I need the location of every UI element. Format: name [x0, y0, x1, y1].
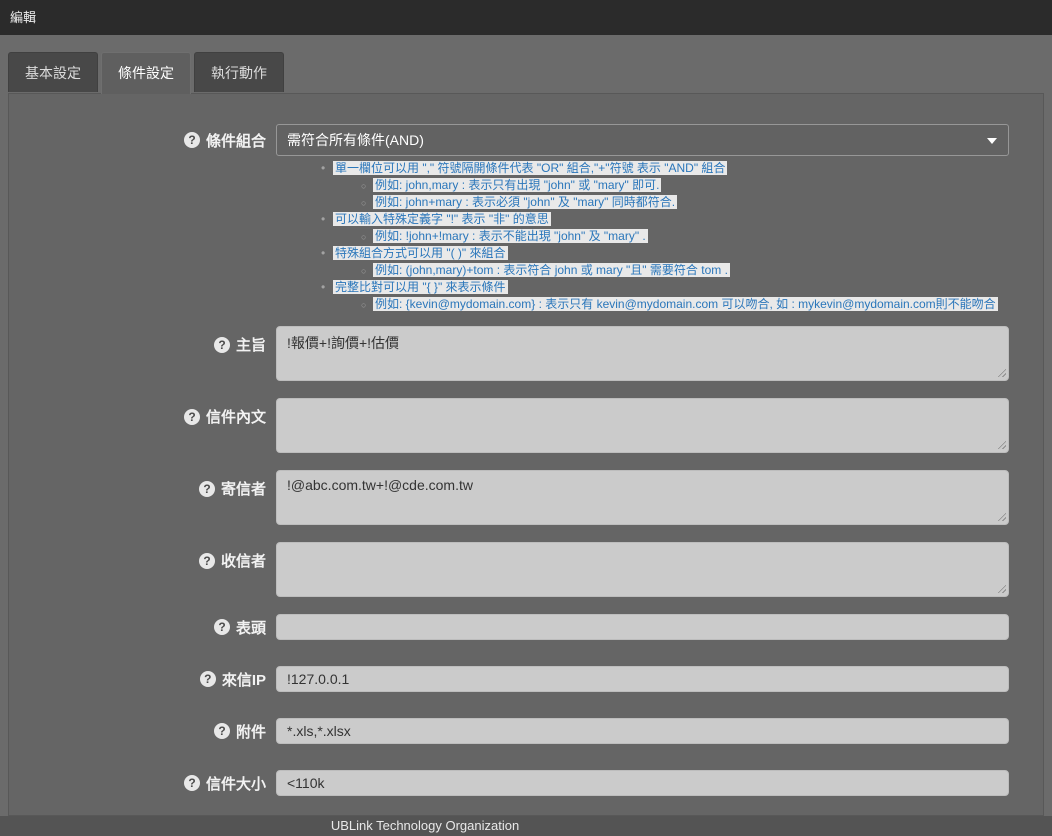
subject-label: 主旨	[236, 334, 266, 355]
source-ip-label: 來信IP	[222, 669, 266, 690]
subject-label-cell: ? 主旨	[9, 326, 276, 355]
recipient-label: 收信者	[221, 550, 266, 571]
help-list: 單一欄位可以用 "," 符號隔開條件代表 "OR" 組合,"+"符號 表示 "A…	[321, 160, 1043, 312]
field-row-condition-combination: ? 條件組合 需符合所有條件(AND)	[9, 124, 1043, 156]
field-row-recipient: ? 收信者	[9, 542, 1043, 597]
tab-condition-settings[interactable]: 條件設定	[101, 52, 191, 94]
body-label: 信件內文	[206, 406, 266, 427]
tab-bar: 基本設定 條件設定 執行動作	[8, 52, 287, 93]
help-item-text: 特殊組合方式可以用 "( )" 來組合	[333, 246, 508, 260]
field-row-body: ? 信件內文	[9, 398, 1043, 453]
help-item: 例如: john,mary : 表示只有出現 "john" 或 "mary" 即…	[361, 177, 1043, 193]
window-title-bar: 編輯	[0, 0, 1052, 35]
header-input[interactable]	[276, 614, 1009, 640]
help-icon[interactable]: ?	[214, 619, 230, 635]
field-row-attachment: ? 附件	[9, 718, 1043, 744]
help-item: 例如: (john,mary)+tom : 表示符合 john 或 mary "…	[361, 262, 1043, 278]
mail-size-label-cell: ? 信件大小	[9, 773, 276, 794]
help-icon[interactable]: ?	[214, 723, 230, 739]
help-icon[interactable]: ?	[184, 132, 200, 148]
help-item: 例如: !john+!mary : 表示不能出現 "john" 及 "mary"…	[361, 228, 1043, 244]
help-item: 單一欄位可以用 "," 符號隔開條件代表 "OR" 組合,"+"符號 表示 "A…	[321, 160, 1043, 176]
mail-size-label: 信件大小	[206, 773, 266, 794]
tab-execute-action[interactable]: 執行動作	[194, 52, 284, 92]
help-icon[interactable]: ?	[200, 671, 216, 687]
field-row-subject: ? 主旨 !報價+!詢價+!估價	[9, 326, 1043, 381]
page-title: 編輯	[10, 10, 36, 25]
help-item: 例如: {kevin@mydomain.com} : 表示只有 kevin@my…	[361, 296, 1043, 312]
help-item: 可以輸入特殊定義字 "!" 表示 "非" 的意思	[321, 211, 1043, 227]
recipient-label-cell: ? 收信者	[9, 542, 276, 571]
condition-combination-value: 需符合所有條件(AND)	[287, 132, 424, 148]
condition-combination-select[interactable]: 需符合所有條件(AND)	[276, 124, 1009, 156]
help-item-text: 完整比對可以用 "{ }" 來表示條件	[333, 280, 508, 294]
sender-label-cell: ? 寄信者	[9, 470, 276, 499]
field-row-source-ip: ? 來信IP	[9, 666, 1043, 692]
attachment-label-cell: ? 附件	[9, 721, 276, 742]
condition-settings-panel: ? 條件組合 需符合所有條件(AND) 單一欄位可以用 "," 符號隔開條件代表…	[8, 93, 1044, 816]
help-icon[interactable]: ?	[214, 337, 230, 353]
help-item-text: 可以輸入特殊定義字 "!" 表示 "非" 的意思	[333, 212, 551, 226]
help-item: 完整比對可以用 "{ }" 來表示條件	[321, 279, 1043, 295]
attachment-input[interactable]	[276, 718, 1009, 744]
help-item: 特殊組合方式可以用 "( )" 來組合	[321, 245, 1043, 261]
sender-label: 寄信者	[221, 478, 266, 499]
caret-down-icon	[987, 138, 997, 144]
field-row-mail-size: ? 信件大小	[9, 770, 1043, 796]
source-ip-label-cell: ? 來信IP	[9, 669, 276, 690]
recipient-textarea[interactable]	[276, 542, 1009, 597]
sender-textarea[interactable]: !@abc.com.tw+!@cde.com.tw	[276, 470, 1009, 525]
footer-bar: UBLink Technology Organization	[0, 816, 1052, 836]
help-item-text: 例如: (john,mary)+tom : 表示符合 john 或 mary "…	[373, 263, 730, 277]
condition-combination-label: 條件組合	[206, 130, 266, 151]
field-row-header: ? 表頭	[9, 614, 1043, 640]
help-item-text: 例如: john+mary : 表示必須 "john" 及 "mary" 同時都…	[373, 195, 677, 209]
attachment-label: 附件	[236, 721, 266, 742]
help-icon[interactable]: ?	[184, 775, 200, 791]
condition-combination-label-cell: ? 條件組合	[9, 130, 276, 151]
header-label: 表頭	[236, 617, 266, 638]
help-icon[interactable]: ?	[199, 481, 215, 497]
mail-size-input[interactable]	[276, 770, 1009, 796]
footer-text: UBLink Technology Organization	[0, 816, 850, 836]
help-icon[interactable]: ?	[184, 409, 200, 425]
help-icon[interactable]: ?	[199, 553, 215, 569]
help-item: 例如: john+mary : 表示必須 "john" 及 "mary" 同時都…	[361, 194, 1043, 210]
field-row-sender: ? 寄信者 !@abc.com.tw+!@cde.com.tw	[9, 470, 1043, 525]
body-textarea[interactable]	[276, 398, 1009, 453]
form-fields: ? 主旨 !報價+!詢價+!估價? 信件內文? 寄信者 !@abc.com.tw+!@cd…	[9, 326, 1043, 796]
subject-textarea[interactable]: !報價+!詢價+!估價	[276, 326, 1009, 381]
help-item-text: 例如: !john+!mary : 表示不能出現 "john" 及 "mary"…	[373, 229, 648, 243]
tab-basic-settings[interactable]: 基本設定	[8, 52, 98, 92]
source-ip-input[interactable]	[276, 666, 1009, 692]
header-label-cell: ? 表頭	[9, 617, 276, 638]
help-item-text: 例如: {kevin@mydomain.com} : 表示只有 kevin@my…	[373, 297, 998, 311]
help-item-text: 例如: john,mary : 表示只有出現 "john" 或 "mary" 即…	[373, 178, 661, 192]
help-item-text: 單一欄位可以用 "," 符號隔開條件代表 "OR" 組合,"+"符號 表示 "A…	[333, 161, 727, 175]
body-label-cell: ? 信件內文	[9, 398, 276, 427]
